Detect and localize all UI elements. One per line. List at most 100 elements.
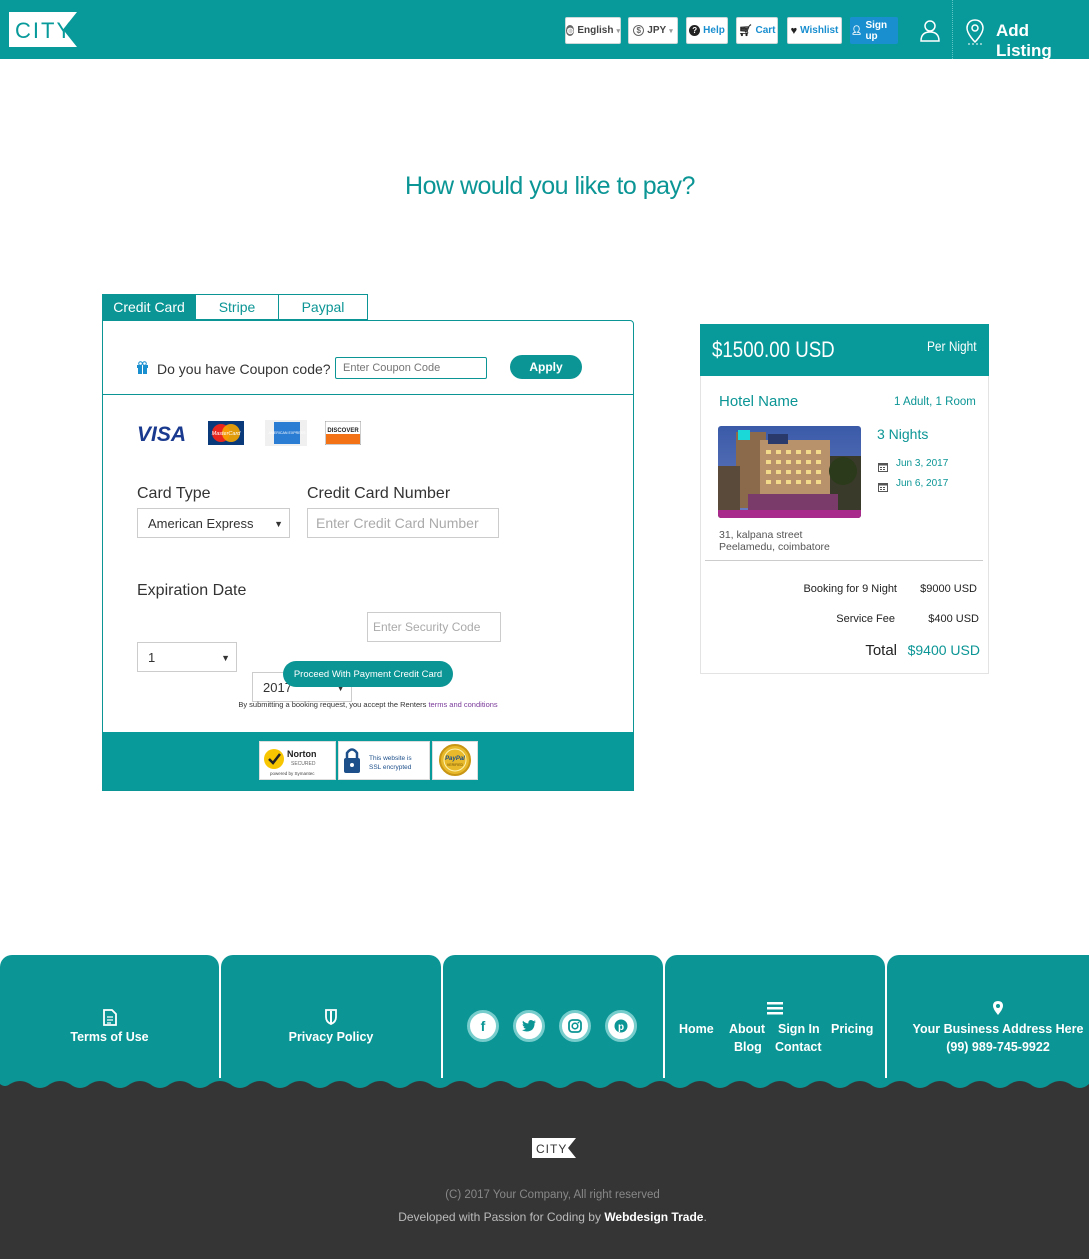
terms-of-use-link[interactable]: Terms of Use [0,1030,219,1044]
document-icon [0,1009,219,1031]
expiration-label: Expiration Date [137,582,247,599]
summary-divider [705,560,983,561]
business-phone: (99) 989-745-9922 [946,1040,1050,1054]
svg-text:PayPal: PayPal [445,756,465,762]
cart-icon: 🛒︎ [738,25,753,37]
payment-panel [102,320,634,791]
card-type-label: Card Type [137,485,211,502]
exp-month-select[interactable]: 1 ▼ [137,642,237,672]
svg-text:Norton: Norton [287,749,317,759]
footer-link-signin[interactable]: Sign In [778,1022,820,1036]
visa-logo: VISA [137,420,189,446]
service-fee-value: $400 USD [928,613,979,625]
user-icon[interactable] [919,19,941,43]
ssl-badge: This website is SSL encrypted [338,741,430,780]
location-pin-icon [887,1001,1089,1020]
card-number-label: Credit Card Number [307,485,451,502]
gift-icon [136,361,149,374]
cart-button[interactable]: 🛒︎ Cart [736,17,778,44]
card-number-input[interactable]: Enter Credit Card Number [307,508,499,538]
booking-nights-value: $9000 USD [920,583,977,595]
currency-select[interactable]: $ JPY ▾ [628,17,678,44]
business-address: Your Business Address Here [912,1022,1084,1036]
dollar-icon: $ [633,25,645,36]
heart-icon: ♥ [790,24,798,37]
dropdown-arrow-icon: ▼ [274,519,283,529]
svg-text:p: p [618,1022,624,1033]
footer-link-pricing[interactable]: Pricing [831,1022,873,1036]
mastercard-logo: MasterCard [208,421,244,445]
svg-text:DISCOVER: DISCOVER [327,428,359,434]
twitter-icon[interactable] [513,1010,545,1042]
instagram-icon[interactable] [559,1010,591,1042]
signup-button[interactable]: 👤︎ Sign up [850,17,898,44]
discover-logo: DISCOVER [324,420,362,446]
footer-address-column: Your Business Address Here (99) 989-745-… [887,955,1089,1095]
tab-paypal[interactable]: Paypal [278,294,368,320]
wishlist-button[interactable]: ♥ Wishlist [787,17,842,44]
svg-text:VISA: VISA [137,423,186,446]
facebook-icon[interactable]: f [467,1010,499,1042]
privacy-policy-link[interactable]: Privacy Policy [221,1030,441,1044]
globe-icon: ◍ [566,25,575,36]
paypal-verified-badge: PayPal VERIFIED [432,741,478,780]
coupon-divider [103,394,633,395]
checkin-date: Jun 3, 2017 [896,458,949,469]
dropdown-arrow-icon: ▼ [221,653,230,663]
language-select[interactable]: ◍ English ▾ [565,17,621,44]
per-night-label: Per Night [927,338,977,354]
shield-icon [221,1009,441,1030]
apply-coupon-button[interactable]: Apply [510,355,582,379]
coupon-input[interactable] [335,357,487,379]
footer-link-blog[interactable]: Blog [734,1040,762,1054]
footer-bottom [0,1078,1089,1259]
guests-summary: 1 Adult, 1 Room [894,396,976,408]
service-fee-label: Service Fee [836,613,895,625]
checkout-date: Jun 6, 2017 [896,478,949,489]
svg-text:SECURED: SECURED [291,761,316,767]
menu-icon [665,1002,885,1020]
svg-text:SSL encrypted: SSL encrypted [369,764,412,771]
footer-link-about[interactable]: About [729,1022,765,1036]
svg-text:MasterCard: MasterCard [212,431,242,437]
norton-badge: Norton SECURED powered by Symantec [259,741,336,780]
booking-nights-label: Booking for 9 Night [803,583,897,595]
help-button[interactable]: ? Help [686,17,728,44]
footer-link-home[interactable]: Home [679,1022,714,1036]
footer-terms-column: Terms of Use [0,955,219,1095]
hotel-name: Hotel Name [719,393,799,410]
copyright-text: (C) 2017 Your Company, All right reserve… [445,1189,660,1201]
proceed-payment-button[interactable]: Proceed With Payment Credit Card [283,661,453,687]
svg-text:This website is: This website is [369,755,412,762]
security-code-input[interactable]: Enter Security Code [367,612,501,642]
total-label: Total [865,642,897,659]
svg-text:AMERICAN EXPRESS: AMERICAN EXPRESS [269,431,307,435]
hotel-photo [718,426,861,518]
svg-text:CITY: CITY [536,1142,567,1156]
header-divider [952,0,953,59]
coupon-question: Do you have Coupon code? [157,361,331,377]
question-icon: ? [689,25,701,36]
user-small-icon: 👤︎ [851,25,863,35]
logo[interactable]: CITY [9,12,77,47]
map-pin-icon [965,18,985,46]
calendar-icon [878,479,888,492]
svg-text:powered by Symantec: powered by Symantec [270,771,315,776]
footer-logo[interactable]: CITY [532,1138,576,1158]
footer-privacy-column: Privacy Policy [221,955,441,1095]
nights-count: 3 Nights [877,426,929,442]
price-per-night: $1500.00 USD [712,337,835,362]
tab-credit-card[interactable]: Credit Card [102,294,196,320]
terms-link[interactable]: terms and conditions [428,700,497,709]
hotel-address-line2: Peelamedu, coimbatore [719,541,830,553]
pinterest-icon[interactable]: p [605,1010,637,1042]
total-value: $9400 USD [907,642,980,658]
add-listing-link[interactable]: Add Listing [996,21,1089,61]
amex-logo: AMERICAN EXPRESS [265,420,307,446]
card-type-select[interactable]: American Express ▼ [137,508,290,538]
chevron-down-icon: ▾ [616,27,620,35]
footer-link-contact[interactable]: Contact [775,1040,822,1054]
tab-stripe[interactable]: Stripe [195,294,279,320]
footer-nav-column: Home About Sign In Pricing Blog Contact [665,955,885,1095]
developer-link[interactable]: Webdesign Trade [604,1210,703,1224]
